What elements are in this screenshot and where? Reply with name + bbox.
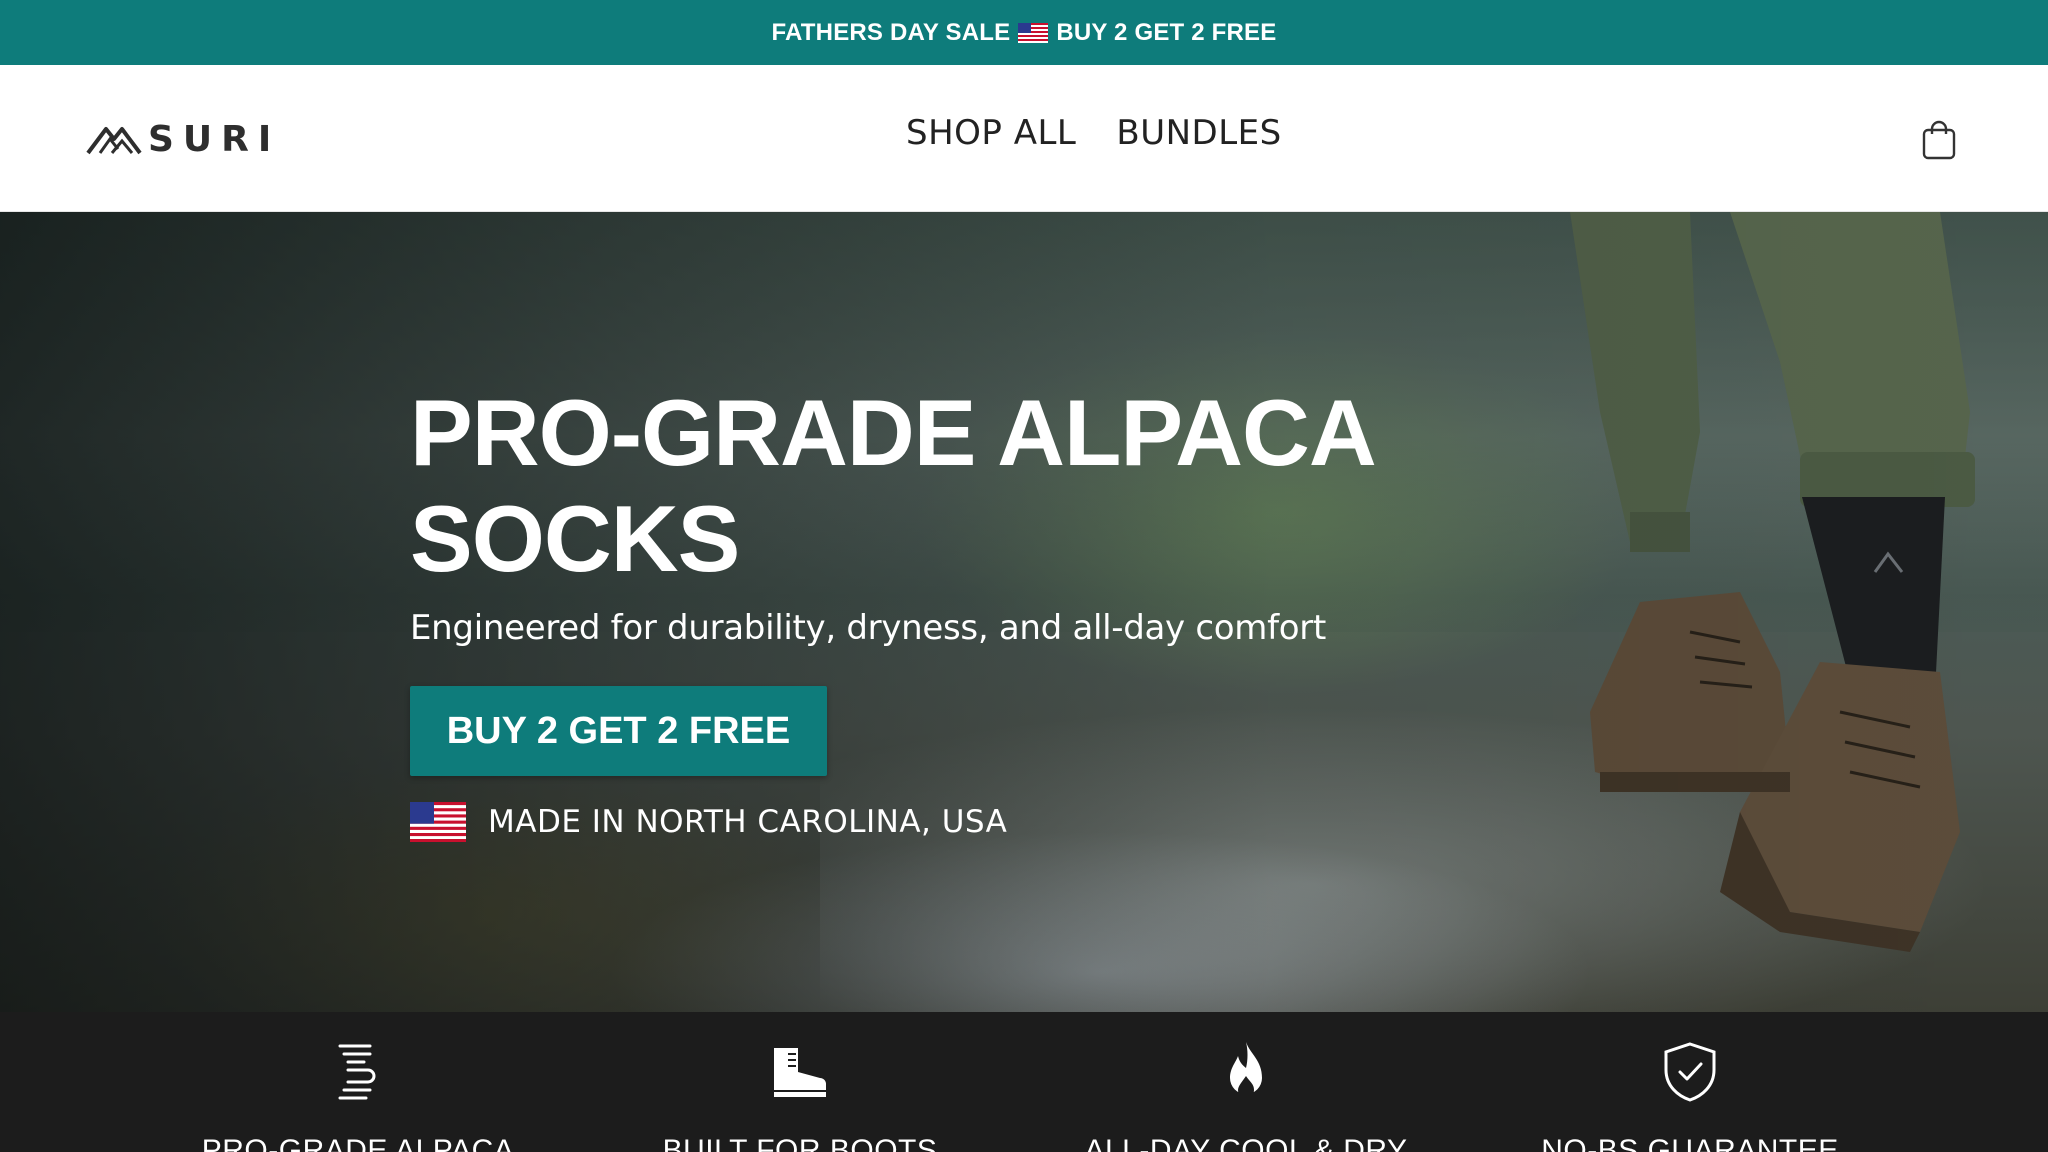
feature-label: BUILT FOR BOOTS <box>662 1134 938 1152</box>
alpaca-fiber-icon <box>338 1044 376 1100</box>
feature-label: NO-BS GUARANTEE <box>1541 1134 1839 1152</box>
announcement-text-sale: FATHERS DAY SALE <box>771 18 1011 46</box>
site-header: SURI SHOP ALL BUNDLES <box>0 65 2048 212</box>
shopping-bag-icon[interactable] <box>1920 119 1958 161</box>
hero-title-line-1: PRO-GRADE ALPACA <box>410 380 1377 485</box>
feature-bar: PRO-GRADE ALPACA BUILT FOR BOOTS ALL-DAY… <box>0 1012 2048 1152</box>
made-in-text: MADE IN NORTH CAROLINA, USA <box>488 804 1008 840</box>
mountain-logo-icon <box>86 127 142 155</box>
feature-label: ALL-DAY COOL & DRY <box>1084 1134 1408 1152</box>
hero-title-line-2: SOCKS <box>410 486 740 591</box>
us-flag-icon <box>1018 22 1049 43</box>
boot-icon <box>774 1048 826 1097</box>
hero-subtitle: Engineered for durability, dryness, and … <box>410 608 1326 648</box>
announcement-text-offer: BUY 2 GET 2 FREE <box>1056 18 1277 46</box>
us-flag-icon <box>410 802 466 842</box>
flame-icon <box>1230 1042 1262 1098</box>
hero-banner: PRO-GRADE ALPACA SOCKS Engineered for du… <box>0 212 2048 1012</box>
nav-shop-all[interactable]: SHOP ALL <box>906 113 1076 153</box>
announcement-bar: FATHERS DAY SALE BUY 2 GET 2 FREE <box>0 0 2048 65</box>
feature-label: PRO-GRADE ALPACA <box>201 1134 515 1152</box>
brand-name: SURI <box>148 118 281 160</box>
buy-2-get-2-button[interactable]: BUY 2 GET 2 FREE <box>410 686 827 776</box>
shield-check-icon <box>1664 1042 1716 1102</box>
made-in-usa-badge: MADE IN NORTH CAROLINA, USA <box>410 802 1007 842</box>
nav-bundles[interactable]: BUNDLES <box>1116 113 1281 153</box>
hero-title: PRO-GRADE ALPACA SOCKS <box>410 380 1410 592</box>
main-nav: SHOP ALL BUNDLES <box>906 113 1282 153</box>
brand-logo[interactable]: SURI <box>86 117 280 161</box>
